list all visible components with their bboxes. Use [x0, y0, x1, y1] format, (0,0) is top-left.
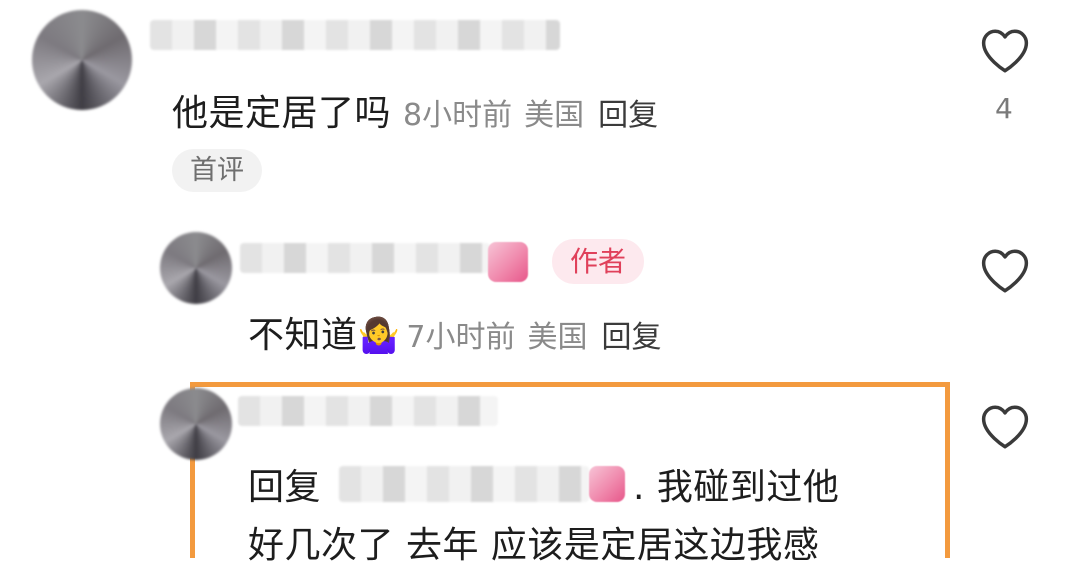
commenter-avatar[interactable]: [32, 10, 132, 110]
reply-button[interactable]: 回复: [598, 90, 658, 134]
replier-avatar[interactable]: [160, 388, 232, 460]
pink-emoji-blur: [589, 466, 626, 502]
like-count: 4: [995, 92, 1013, 125]
comment-text: 不知道: [248, 315, 358, 356]
like-button[interactable]: [978, 26, 1032, 78]
comment-time: 8小时前: [403, 98, 513, 133]
author-badge: 作者: [552, 239, 645, 284]
comment-region: 美国: [527, 320, 588, 355]
heart-outline-icon: [981, 29, 1029, 73]
comment-row: 他是定居了吗 8小时前 美国 回复: [172, 84, 658, 136]
reply-line-1: 回复 . 我碰到过他: [248, 458, 839, 510]
heart-outline-icon: [981, 405, 1029, 449]
comment-region: 美国: [524, 98, 585, 133]
shrug-emoji-icon: 🤷‍♀️: [357, 316, 401, 356]
mentioned-user-name[interactable]: [339, 466, 590, 502]
pink-emoji-blur: [488, 242, 528, 282]
reply-button[interactable]: 回复: [601, 312, 661, 356]
replier-name[interactable]: [238, 396, 498, 426]
reply-text-tail: . 我碰到过他: [633, 467, 840, 508]
like-button[interactable]: [978, 402, 1032, 454]
reply-text: 好几次了 去年 应该是定居这边我感: [248, 525, 820, 566]
reply-line-2: 好几次了 去年 应该是定居这边我感: [248, 516, 819, 568]
first-comment-badge: 首评: [172, 149, 262, 192]
reply-prefix: 回复: [248, 467, 322, 508]
comment-time: 7小时前: [406, 320, 516, 355]
author-badge-wrap: 作者: [552, 239, 645, 284]
author-name[interactable]: [240, 243, 490, 273]
commenter-name[interactable]: [150, 20, 560, 50]
comment-text: 他是定居了吗: [172, 93, 392, 134]
author-avatar[interactable]: [160, 232, 232, 304]
reply-row: 不知道 🤷‍♀️ 7小时前 美国 回复: [248, 306, 661, 358]
like-button[interactable]: [978, 246, 1032, 298]
heart-outline-icon: [981, 249, 1029, 293]
first-comment-badge-wrap: 首评: [172, 148, 262, 192]
